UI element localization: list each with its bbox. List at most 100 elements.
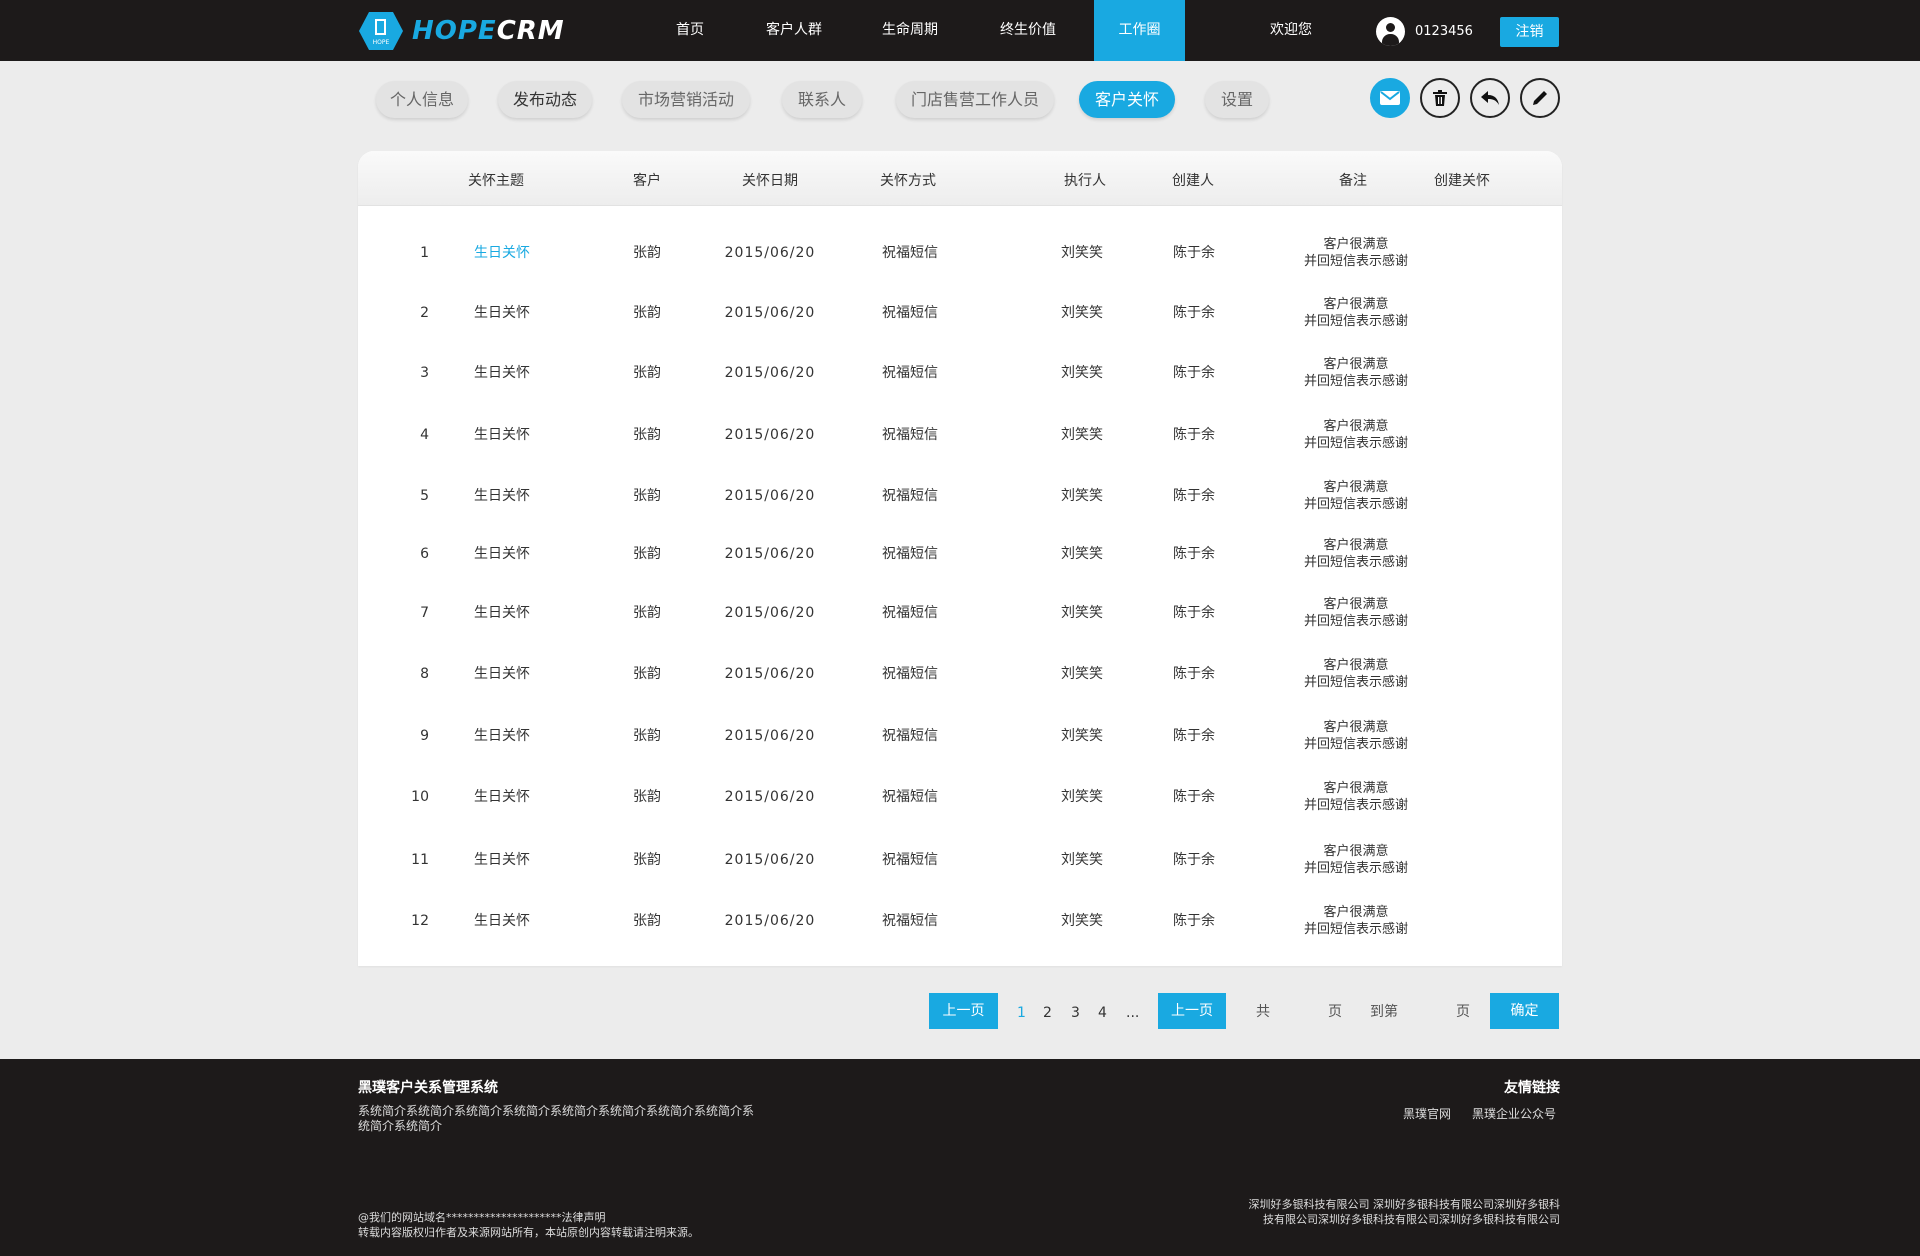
user-id: 0123456: [1415, 24, 1473, 39]
row-note: 客户很满意 并回短信表示感谢: [1304, 537, 1408, 571]
row-creator: 陈于余: [1173, 789, 1215, 805]
row-topic-link[interactable]: 生日关怀: [474, 228, 530, 278]
prev-page-button[interactable]: 上一页: [929, 993, 998, 1029]
header-create-care[interactable]: 创建关怀: [1434, 151, 1490, 206]
row-topic[interactable]: 生日关怀: [474, 649, 530, 699]
row-topic[interactable]: 生日关怀: [474, 588, 530, 638]
row-method: 祝福短信: [882, 546, 938, 562]
row-note-line2: 并回短信表示感谢: [1303, 497, 1409, 512]
row-note-line2: 并回短信表示感谢: [1303, 436, 1409, 451]
row-date: 2015/06/20: [724, 427, 816, 443]
tab-customer-care[interactable]: 客户关怀: [1079, 81, 1175, 118]
nav-work-circle[interactable]: 工作圈: [1094, 0, 1185, 61]
row-date: 2015/06/20: [724, 852, 816, 868]
confirm-button[interactable]: 确定: [1490, 993, 1559, 1029]
page-number[interactable]: 1: [1017, 993, 1026, 1029]
table-row[interactable]: 8 生日关怀 张韵 2015/06/20 祝福短信 刘笑笑 陈于余 客户很满意并…: [358, 649, 1562, 699]
hopecrm-logo[interactable]: HOPE HOPECRM: [358, 10, 565, 52]
row-date: 2015/06/20: [724, 546, 816, 562]
tab-store-staff[interactable]: 门店售营工作人员: [896, 81, 1054, 118]
logout-button[interactable]: 注销: [1500, 17, 1559, 47]
row-method: 祝福短信: [882, 789, 938, 805]
row-creator: 陈于余: [1173, 365, 1215, 381]
logo-badge-text: HOPE: [373, 39, 390, 46]
row-number: 6: [420, 546, 429, 562]
user-avatar-icon[interactable]: [1376, 17, 1405, 46]
row-topic[interactable]: 生日关怀: [474, 711, 530, 761]
delete-button[interactable]: [1420, 78, 1460, 118]
row-topic[interactable]: 生日关怀: [474, 471, 530, 521]
row-topic[interactable]: 生日关怀: [474, 896, 530, 946]
row-date: 2015/06/20: [724, 605, 816, 621]
customer-care-table: 关怀主题 客户 关怀日期 关怀方式 执行人 创建人 备注 创建关怀 1 生日关怀…: [358, 151, 1562, 966]
row-creator: 陈于余: [1173, 427, 1215, 443]
row-date: 2015/06/20: [724, 245, 816, 261]
row-method: 祝福短信: [882, 913, 938, 929]
nav-lifecycle[interactable]: 生命周期: [872, 0, 948, 61]
table-row[interactable]: 4 生日关怀 张韵 2015/06/20 祝福短信 刘笑笑 陈于余 客户很满意并…: [358, 410, 1562, 460]
row-note-line1: 客户很满意: [1323, 905, 1389, 920]
page-number[interactable]: 4: [1098, 993, 1107, 1029]
logo-crm: CRM: [496, 16, 565, 46]
footer-legal-line1[interactable]: @我们的网站域名*********************法律声明: [358, 1210, 699, 1225]
row-note-line1: 客户很满意: [1323, 357, 1389, 372]
page-number[interactable]: 3: [1071, 993, 1080, 1029]
tab-settings[interactable]: 设置: [1205, 81, 1269, 118]
nav-lifetime-value[interactable]: 终生价值: [990, 0, 1066, 61]
table-row[interactable]: 10 生日关怀 张韵 2015/06/20 祝福短信 刘笑笑 陈于余 客户很满意…: [358, 772, 1562, 822]
row-creator: 陈于余: [1173, 305, 1215, 321]
table-row[interactable]: 11 生日关怀 张韵 2015/06/20 祝福短信 刘笑笑 陈于余 客户很满意…: [358, 835, 1562, 885]
row-note: 客户很满意 并回短信表示感谢: [1304, 657, 1408, 691]
row-topic[interactable]: 生日关怀: [474, 410, 530, 460]
row-date: 2015/06/20: [724, 913, 816, 929]
row-method: 祝福短信: [882, 852, 938, 868]
nav-home[interactable]: 首页: [660, 0, 720, 61]
row-number: 9: [420, 728, 429, 744]
row-topic[interactable]: 生日关怀: [474, 288, 530, 338]
page-ellipsis: ...: [1126, 1005, 1140, 1021]
table-row[interactable]: 7 生日关怀 张韵 2015/06/20 祝福短信 刘笑笑 陈于余 客户很满意并…: [358, 588, 1562, 638]
edit-button[interactable]: [1520, 78, 1560, 118]
next-page-button[interactable]: 上一页: [1158, 993, 1226, 1029]
tab-post-updates[interactable]: 发布动态: [498, 81, 592, 118]
row-creator: 陈于余: [1173, 245, 1215, 261]
row-number: 4: [420, 427, 429, 443]
table-row[interactable]: 1 生日关怀 张韵 2015/06/20 祝福短信 刘笑笑 陈于余 客户很满意并…: [358, 228, 1562, 278]
table-row[interactable]: 12 生日关怀 张韵 2015/06/20 祝福短信 刘笑笑 陈于余 客户很满意…: [358, 896, 1562, 946]
row-date: 2015/06/20: [724, 305, 816, 321]
nav-customer-groups[interactable]: 客户人群: [756, 0, 832, 61]
table-row[interactable]: 9 生日关怀 张韵 2015/06/20 祝福短信 刘笑笑 陈于余 客户很满意并…: [358, 711, 1562, 761]
row-note-line1: 客户很满意: [1323, 297, 1389, 312]
row-topic[interactable]: 生日关怀: [474, 835, 530, 885]
row-creator: 陈于余: [1173, 546, 1215, 562]
row-topic[interactable]: 生日关怀: [474, 772, 530, 822]
total-label: 共: [1256, 1004, 1270, 1020]
table-row[interactable]: 2 生日关怀 张韵 2015/06/20 祝福短信 刘笑笑 陈于余 客户很满意并…: [358, 288, 1562, 338]
table-row[interactable]: 6 生日关怀 张韵 2015/06/20 祝福短信 刘笑笑 陈于余 客户很满意并…: [358, 529, 1562, 579]
row-topic[interactable]: 生日关怀: [474, 348, 530, 398]
table-row[interactable]: 5 生日关怀 张韵 2015/06/20 祝福短信 刘笑笑 陈于余 客户很满意并…: [358, 471, 1562, 521]
tab-personal-info[interactable]: 个人信息: [376, 81, 468, 118]
row-date: 2015/06/20: [724, 728, 816, 744]
reply-button[interactable]: [1470, 78, 1510, 118]
row-topic[interactable]: 生日关怀: [474, 529, 530, 579]
tab-marketing-activities[interactable]: 市场营销活动: [622, 81, 750, 118]
row-number: 8: [420, 666, 429, 682]
row-creator: 陈于余: [1173, 666, 1215, 682]
top-navbar: HOPE HOPECRM 首页 客户人群 生命周期 终生价值 工作圈 欢迎您 0…: [0, 0, 1920, 61]
row-number: 3: [420, 365, 429, 381]
tab-contacts[interactable]: 联系人: [782, 81, 862, 118]
table-row[interactable]: 3 生日关怀 张韵 2015/06/20 祝福短信 刘笑笑 陈于余 客户很满意并…: [358, 348, 1562, 398]
footer-legal: @我们的网站域名*********************法律声明 转载内容版权…: [358, 1210, 699, 1240]
row-method: 祝福短信: [882, 245, 938, 261]
page-number[interactable]: 2: [1043, 993, 1052, 1029]
row-customer: 张韵: [633, 605, 661, 621]
friend-link-official-site[interactable]: 黑璞官网: [1403, 1105, 1451, 1122]
row-number: 5: [420, 488, 429, 504]
row-executor: 刘笑笑: [1061, 546, 1103, 562]
footer-description: 系统简介系统简介系统简介系统简介系统简介系统简介系统简介系统简介系统简介系统简介: [358, 1104, 755, 1133]
friend-link-wechat-account[interactable]: 黑璞企业公众号: [1472, 1105, 1556, 1122]
row-note: 客户很满意 并回短信表示感谢: [1304, 236, 1408, 270]
row-number: 7: [420, 605, 429, 621]
mail-button[interactable]: [1370, 78, 1410, 118]
